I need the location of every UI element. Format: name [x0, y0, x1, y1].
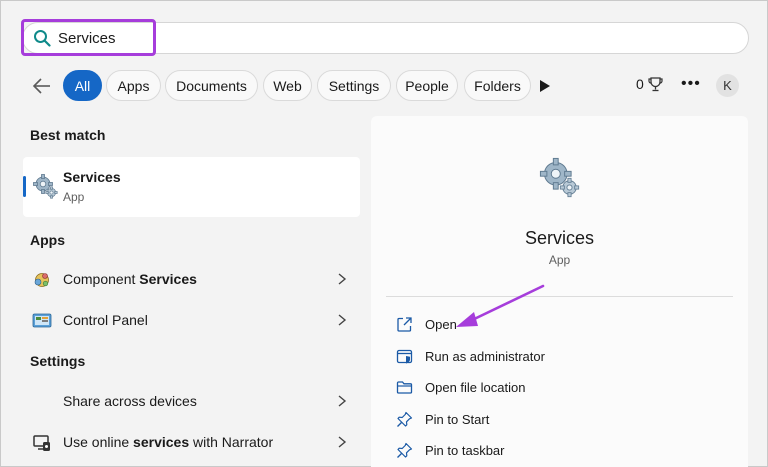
chevron-right-icon	[338, 436, 347, 448]
filter-chip-documents[interactable]: Documents	[165, 70, 258, 101]
list-item-share-across-devices[interactable]: Share across devices	[30, 383, 360, 419]
search-highlight-annotation	[21, 19, 156, 56]
action-pin-to-start[interactable]: Pin to Start	[396, 408, 696, 432]
admin-shield-icon	[396, 349, 413, 364]
services-gear-icon	[33, 174, 58, 199]
action-pin-to-taskbar[interactable]: Pin to taskbar	[396, 439, 696, 463]
action-open-file-location[interactable]: Open file location	[396, 376, 696, 400]
control-panel-icon	[32, 313, 52, 328]
chevron-right-icon	[338, 314, 347, 326]
best-match-card[interactable]	[23, 157, 360, 217]
trophy-icon	[648, 76, 663, 91]
action-label: Run as administrator	[425, 349, 545, 364]
divider	[386, 296, 733, 297]
action-run-as-administrator[interactable]: Run as administrator	[396, 345, 696, 369]
filter-chip-apps[interactable]: Apps	[106, 70, 161, 101]
detail-subtitle: App	[548, 253, 571, 267]
detail-title: Services	[524, 228, 595, 248]
folder-icon	[396, 381, 413, 394]
list-item-control-panel[interactable]: Control Panel	[30, 302, 360, 338]
action-label: Open file location	[425, 380, 526, 395]
component-services-icon	[34, 273, 49, 287]
rewards-count: 0	[636, 76, 644, 92]
action-label: Pin to taskbar	[425, 443, 505, 458]
annotation-arrow	[456, 284, 545, 327]
more-options-icon[interactable]: •••	[681, 75, 701, 93]
rewards-counter[interactable]: 0	[636, 76, 663, 92]
settings-heading: Settings	[30, 353, 86, 369]
list-item-label: Component Services	[63, 271, 197, 287]
selection-indicator	[23, 176, 26, 197]
best-match-subtitle: App	[63, 190, 85, 204]
list-item-label: Control Panel	[63, 312, 148, 328]
list-item-component-services[interactable]: Component Services	[30, 261, 360, 297]
services-gear-icon	[539, 157, 580, 198]
pin-icon	[397, 411, 413, 427]
apps-heading: Apps	[30, 232, 65, 248]
open-external-icon	[397, 317, 412, 332]
back-arrow-icon[interactable]	[30, 74, 54, 98]
best-match-title: Services	[63, 169, 121, 185]
list-item-label: Share across devices	[63, 393, 197, 409]
avatar[interactable]: K	[716, 74, 739, 97]
filter-chip-settings[interactable]: Settings	[317, 70, 391, 101]
list-item-label: Use online services with Narrator	[63, 434, 274, 450]
filter-chip-people[interactable]: People	[396, 70, 458, 101]
filter-chip-web[interactable]: Web	[263, 70, 312, 101]
filter-chip-folders[interactable]: Folders	[464, 70, 531, 101]
filter-chip-all[interactable]: All	[63, 70, 102, 101]
chevron-right-icon	[338, 273, 347, 285]
list-item-narrator-online-services[interactable]: Use online services with Narrator	[30, 424, 360, 460]
pin-icon	[397, 442, 413, 458]
best-match-heading: Best match	[30, 127, 106, 143]
action-label: Pin to Start	[425, 412, 490, 427]
narrator-icon	[33, 435, 50, 451]
chevron-right-icon	[338, 395, 347, 407]
play-icon[interactable]	[539, 79, 551, 93]
